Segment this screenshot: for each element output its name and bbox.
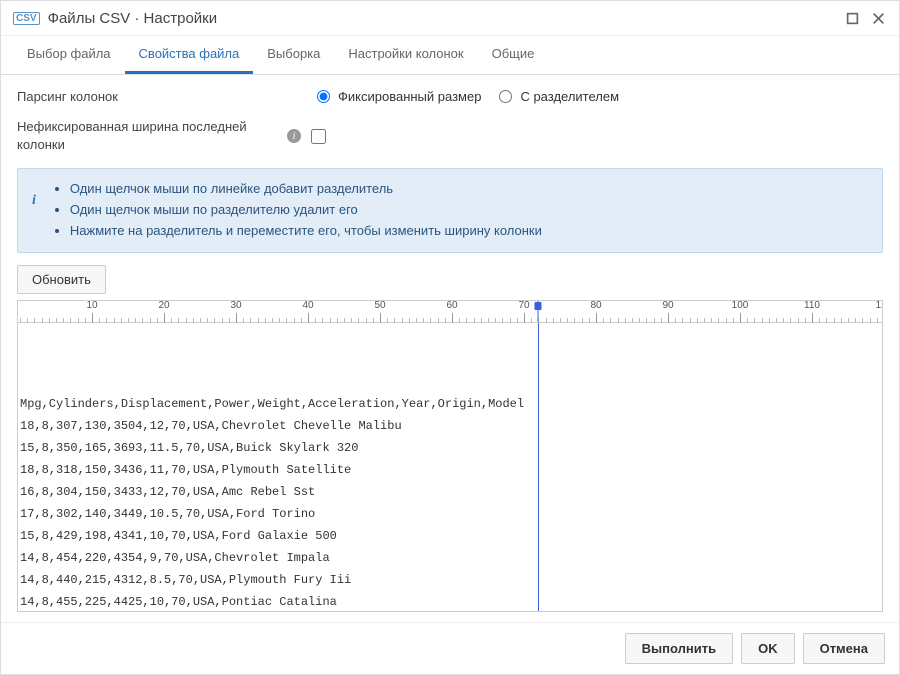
preview-line: 14,8,440,215,4312,8.5,70,USA,Plymouth Fu… <box>20 569 880 591</box>
tab-bar: Выбор файлаСвойства файлаВыборкаНастройк… <box>1 36 899 75</box>
help-info-box: i Один щелчок мыши по линейке добавит ра… <box>17 168 883 252</box>
help-tip: Один щелчок мыши по линейке добавит разд… <box>70 179 542 200</box>
info-marker-icon: i <box>32 193 36 241</box>
update-button[interactable]: Обновить <box>17 265 106 294</box>
help-tip: Один щелчок мыши по разделителю удалит е… <box>70 200 542 221</box>
preview-line: 17,8,302,140,3449,10.5,70,USA,Ford Torin… <box>20 503 880 525</box>
ok-button[interactable]: OK <box>741 633 795 664</box>
ruler-tick-label: 20 <box>158 300 169 311</box>
preview-line: 15,8,350,165,3693,11.5,70,USA,Buick Skyl… <box>20 437 880 459</box>
unfixed-width-row: Нефиксированная ширина последней колонки… <box>17 118 883 154</box>
unfixed-width-label: Нефиксированная ширина последней колонки <box>17 118 287 154</box>
cancel-button[interactable]: Отмена <box>803 633 885 664</box>
preview-line: 18,8,307,130,3504,12,70,USA,Chevrolet Ch… <box>20 415 880 437</box>
unfixed-width-checkbox[interactable] <box>311 129 326 144</box>
info-icon[interactable]: i <box>287 129 301 143</box>
ruler-tick-label: 70 <box>518 300 529 311</box>
separator-line <box>538 323 539 611</box>
csv-icon: CSV <box>13 12 40 25</box>
titlebar: CSV Файлы CSV · Настройки <box>1 1 899 36</box>
ruler-tick-label: 30 <box>230 300 241 311</box>
radio-delimiter[interactable]: С разделителем <box>499 89 619 104</box>
ruler-tick-label: 50 <box>374 300 385 311</box>
parsing-row: Парсинг колонок Фиксированный размер С р… <box>17 89 883 104</box>
preview-line: 14,8,455,225,4425,10,70,USA,Pontiac Cata… <box>20 591 880 611</box>
preview-line: 16,8,304,150,3433,12,70,USA,Amc Rebel Ss… <box>20 481 880 503</box>
help-tip: Нажмите на разделитель и переместите его… <box>70 221 542 242</box>
maximize-icon[interactable] <box>843 9 861 27</box>
parsing-label: Парсинг колонок <box>17 89 317 104</box>
tab-4[interactable]: Общие <box>478 36 549 74</box>
dialog-window: CSV Файлы CSV · Настройки Выбор файлаСво… <box>0 0 900 675</box>
column-ruler[interactable]: 10 20 30 40 50 60 70 80 90 100 110 120 <box>18 301 882 323</box>
help-tips-list: Один щелчок мыши по линейке добавит разд… <box>50 179 542 241</box>
execute-button[interactable]: Выполнить <box>625 633 733 664</box>
radio-fixed-size[interactable]: Фиксированный размер <box>317 89 481 104</box>
tab-0[interactable]: Выбор файла <box>13 36 125 74</box>
tab-3[interactable]: Настройки колонок <box>334 36 477 74</box>
csv-preview[interactable]: Mpg,Cylinders,Displacement,Power,Weight,… <box>18 323 882 611</box>
preview-line: 15,8,429,198,4341,10,70,USA,Ford Galaxie… <box>20 525 880 547</box>
ruler-tick-label: 60 <box>446 300 457 311</box>
preview-line: Mpg,Cylinders,Displacement,Power,Weight,… <box>20 393 880 415</box>
radio-fixed-label: Фиксированный размер <box>338 89 481 104</box>
column-separator-handle[interactable] <box>535 301 542 322</box>
window-title: Файлы CSV · Настройки <box>48 10 835 27</box>
ruler-tick-label: 40 <box>302 300 313 311</box>
tab-2[interactable]: Выборка <box>253 36 334 74</box>
tab-1[interactable]: Свойства файла <box>125 36 254 74</box>
ruler-tick-label: 110 <box>804 300 820 311</box>
preview-line: 18,8,318,150,3436,11,70,USA,Plymouth Sat… <box>20 459 880 481</box>
ruler-tick-label: 10 <box>86 300 97 311</box>
dialog-footer: Выполнить OK Отмена <box>1 622 899 674</box>
ruler-tick-label: 120 <box>876 300 883 311</box>
parsing-radio-group: Фиксированный размер С разделителем <box>317 89 619 104</box>
content-area: Парсинг колонок Фиксированный размер С р… <box>1 75 899 622</box>
radio-delim-label: С разделителем <box>520 89 619 104</box>
ruler-tick-label: 80 <box>590 300 601 311</box>
preview-container: 10 20 30 40 50 60 70 80 90 100 110 120 Mpg,Cylinder… <box>17 300 883 612</box>
ruler-tick-label: 90 <box>662 300 673 311</box>
radio-delim-input[interactable] <box>499 90 512 103</box>
ruler-tick-label: 100 <box>732 300 749 311</box>
separator-knob-icon <box>535 302 542 310</box>
close-icon[interactable] <box>869 9 887 27</box>
preview-line: 14,8,454,220,4354,9,70,USA,Chevrolet Imp… <box>20 547 880 569</box>
radio-fixed-input[interactable] <box>317 90 330 103</box>
